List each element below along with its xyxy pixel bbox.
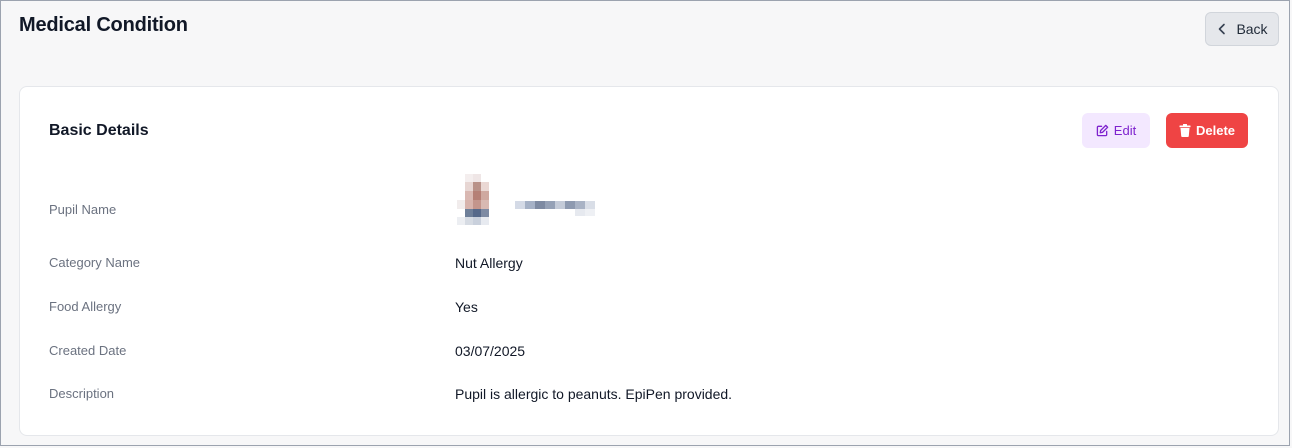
edit-button[interactable]: Edit	[1082, 113, 1150, 148]
food-allergy-label: Food Allergy	[49, 299, 122, 314]
created-date-value: 03/07/2025	[455, 343, 526, 359]
description-label: Description	[49, 386, 115, 401]
pupil-avatar	[457, 174, 497, 238]
back-button-label: Back	[1236, 21, 1268, 37]
food-allergy-value: Yes	[455, 299, 478, 315]
app-frame: Medical Condition Back Basic Details Edi…	[0, 0, 1290, 446]
pupil-name-value-redacted	[515, 197, 599, 219]
delete-button-label: Delete	[1195, 123, 1236, 138]
basic-details-card: Basic Details Edit Delete Pupil Name Cat…	[19, 86, 1279, 436]
chevron-left-icon	[1216, 23, 1228, 35]
delete-button[interactable]: Delete	[1166, 113, 1248, 148]
description-value: Pupil is allergic to peanuts. EpiPen pro…	[455, 386, 733, 402]
page-title: Medical Condition	[19, 14, 188, 36]
category-name-value: Nut Allergy	[455, 255, 523, 271]
pencil-square-icon	[1096, 124, 1109, 137]
edit-button-label: Edit	[1113, 123, 1137, 138]
category-name-label: Category Name	[49, 255, 141, 270]
created-date-label: Created Date	[49, 343, 127, 358]
back-button[interactable]: Back	[1205, 12, 1279, 46]
trash-icon	[1179, 124, 1191, 137]
card-title: Basic Details	[49, 122, 149, 139]
pupil-name-label: Pupil Name	[49, 202, 117, 217]
